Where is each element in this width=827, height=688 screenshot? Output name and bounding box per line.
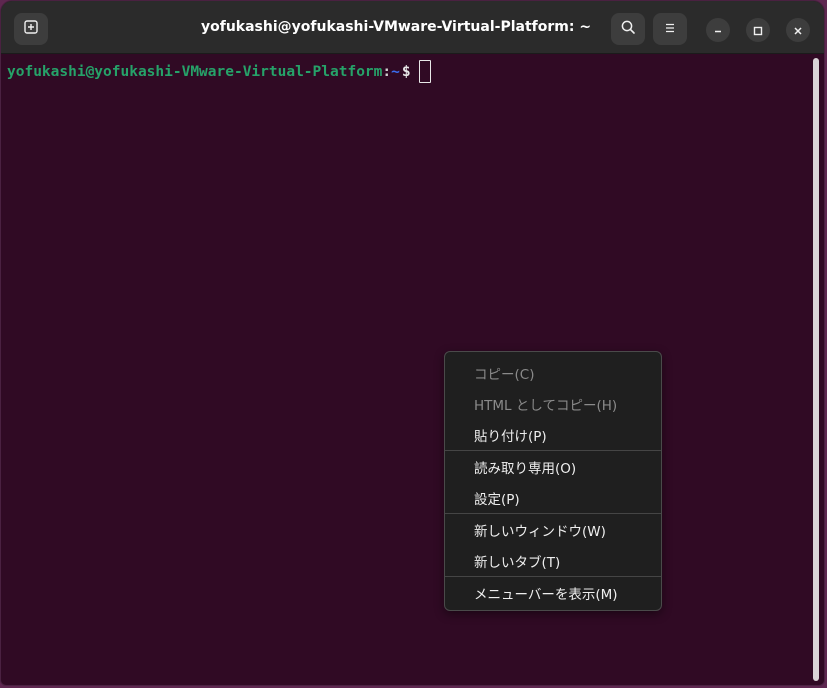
menu-item-paste[interactable]: 貼り付け(P) <box>445 419 661 450</box>
text-cursor <box>418 60 431 83</box>
minimize-icon <box>713 21 723 40</box>
menu-item-new-window[interactable]: 新しいウィンドウ(W) <box>445 514 661 545</box>
hamburger-menu-icon <box>663 20 677 39</box>
menu-item-copy-html[interactable]: HTML としてコピー(H) <box>445 388 661 419</box>
menu-item-copy[interactable]: コピー(C) <box>445 357 661 388</box>
menu-item-read-only[interactable]: 読み取り専用(O) <box>445 451 661 482</box>
terminal-window: yofukashi@yofukashi-VMware-Virtual-Platf… <box>0 0 825 686</box>
prompt-separator: : <box>382 63 392 80</box>
title-bar: yofukashi@yofukashi-VMware-Virtual-Platf… <box>1 1 824 54</box>
maximize-icon <box>753 21 763 40</box>
new-tab-button[interactable] <box>14 13 48 45</box>
menu-item-preferences[interactable]: 設定(P) <box>445 482 661 513</box>
window-title: yofukashi@yofukashi-VMware-Virtual-Platf… <box>201 19 592 35</box>
maximize-button[interactable] <box>746 18 770 42</box>
context-menu: コピー(C) HTML としてコピー(H) 貼り付け(P) 読み取り専用(O) … <box>444 351 662 611</box>
close-icon <box>793 21 803 40</box>
prompt-line: yofukashi@yofukashi-VMware-Virtual-Platf… <box>7 60 431 83</box>
search-button[interactable] <box>611 13 645 45</box>
prompt-cwd: ~ <box>391 63 400 80</box>
menu-item-show-menubar[interactable]: メニューバーを表示(M) <box>445 577 661 608</box>
new-tab-icon <box>23 19 39 39</box>
search-icon <box>620 19 636 39</box>
terminal-area[interactable]: yofukashi@yofukashi-VMware-Virtual-Platf… <box>1 54 824 685</box>
main-menu-button[interactable] <box>653 13 687 45</box>
prompt-user-host: yofukashi@yofukashi-VMware-Virtual-Platf… <box>7 63 383 80</box>
minimize-button[interactable] <box>706 18 730 42</box>
scrollbar[interactable] <box>813 58 819 681</box>
close-button[interactable] <box>786 18 810 42</box>
prompt-symbol: $ <box>401 63 411 80</box>
menu-item-new-tab[interactable]: 新しいタブ(T) <box>445 545 661 576</box>
